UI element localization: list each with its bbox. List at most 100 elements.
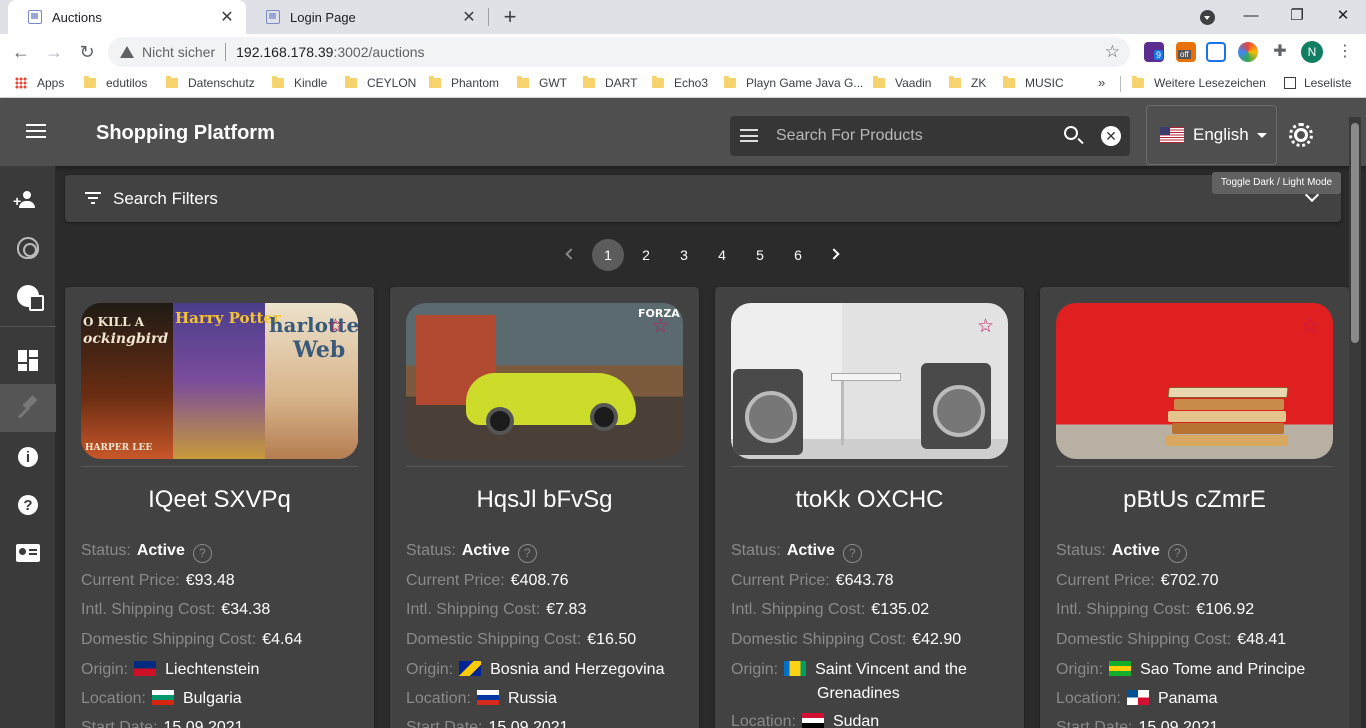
page-5-button[interactable]: 5 — [744, 239, 776, 271]
sidebar-item-dashboard[interactable] — [0, 336, 56, 384]
auction-image[interactable]: O KILL A ockingbird Harry Potter harlott… — [81, 303, 358, 459]
auction-title[interactable]: IQeet SXVPq — [65, 486, 374, 514]
sidebar-divider — [0, 326, 56, 327]
page-3-button[interactable]: 3 — [668, 239, 700, 271]
maximize-button[interactable]: ❐ — [1284, 4, 1310, 28]
location-label: Location: — [731, 713, 796, 728]
profile-avatar[interactable]: N — [1301, 41, 1323, 63]
other-bookmarks[interactable]: Weitere Lesezeichen — [1132, 76, 1266, 90]
sidebar-item-info[interactable]: i — [0, 433, 56, 481]
browser-tab-strip: Auctions ✕ Login Page ✕ + — ❐ ✕ — [0, 0, 1366, 34]
more-menu-icon[interactable]: ⋮ — [1337, 40, 1353, 64]
auction-title[interactable]: HqsJl bFvSg — [390, 486, 699, 514]
help-circle-icon[interactable]: ? — [1167, 544, 1187, 563]
language-selector[interactable]: English — [1146, 105, 1277, 165]
location-label: Location: — [81, 690, 146, 707]
search-icon[interactable] — [1064, 126, 1078, 140]
sidebar-item-contact[interactable] — [0, 529, 56, 577]
more-bookmarks-button[interactable]: » — [1098, 75, 1105, 90]
help-circle-icon[interactable]: ? — [192, 544, 212, 563]
bookmark-folder[interactable]: Vaadin — [873, 76, 931, 90]
intl-shipping-label: Intl. Shipping Cost: — [1056, 601, 1191, 618]
auction-image[interactable]: FORZA ☆ — [406, 303, 683, 459]
price-label: Current Price: — [81, 572, 180, 589]
bookmark-folder[interactable]: Datenschutz — [166, 76, 255, 90]
bookmark-folder[interactable]: Playn Game Java G... — [724, 76, 863, 90]
screen-capture-icon[interactable] — [1206, 42, 1226, 62]
previous-page-icon[interactable] — [565, 248, 577, 260]
bookmark-folder[interactable]: edutilos — [84, 76, 147, 90]
bookmark-folder[interactable]: ZK — [949, 76, 986, 90]
folder-icon — [84, 76, 96, 88]
bookmark-star-icon[interactable]: ☆ — [1105, 42, 1120, 62]
auction-card[interactable]: O KILL A ockingbird Harry Potter harlott… — [65, 287, 374, 728]
theme-toggle-button[interactable] — [1289, 123, 1313, 147]
puzzle-extensions-icon[interactable]: ✚ — [1270, 42, 1290, 62]
sidebar-item-auctions[interactable] — [0, 384, 56, 432]
reading-list[interactable]: Leseliste — [1284, 76, 1351, 90]
browser-tab-auctions[interactable]: Auctions ✕ — [8, 0, 246, 34]
search-input[interactable] — [776, 116, 1056, 156]
menu-icon[interactable] — [26, 124, 46, 138]
minimize-button[interactable]: — — [1238, 4, 1264, 28]
auction-image[interactable]: ☆ — [731, 303, 1008, 459]
favorite-star-icon[interactable]: ☆ — [327, 315, 344, 338]
status-value: Active — [786, 542, 835, 559]
bookmark-folder[interactable]: MUSIC — [1003, 76, 1064, 90]
new-tab-button[interactable]: + — [498, 4, 522, 30]
page-2-button[interactable]: 2 — [630, 239, 662, 271]
contact-card-icon — [16, 544, 40, 562]
address-bar[interactable]: Nicht sicher 192.168.178.39:3002/auction… — [108, 37, 1130, 67]
bulgaria-flag-icon — [151, 690, 174, 705]
auction-title[interactable]: pBtUs cZmrE — [1040, 486, 1349, 514]
app-title[interactable]: Shopping Platform — [96, 122, 275, 145]
close-icon[interactable]: ✕ — [460, 7, 478, 27]
back-arrow-icon[interactable]: ← — [9, 40, 33, 64]
coupon-extension-icon[interactable]: off — [1176, 42, 1196, 62]
close-icon[interactable]: ✕ — [218, 7, 236, 27]
forward-arrow-icon[interactable]: → — [42, 40, 66, 64]
bookmark-folder[interactable]: Phantom — [429, 76, 499, 90]
color-extension-icon[interactable] — [1238, 42, 1258, 62]
auction-card[interactable]: ☆ ttoKk OXCHC Status: Active? Current Pri… — [715, 287, 1024, 728]
next-page-icon[interactable] — [828, 248, 840, 260]
help-circle-icon[interactable]: ? — [517, 544, 537, 563]
intl-shipping-label: Intl. Shipping Cost: — [731, 601, 866, 618]
page-6-button[interactable]: 6 — [782, 239, 814, 271]
bookmark-folder[interactable]: GWT — [517, 76, 567, 90]
favorite-star-icon[interactable]: ☆ — [977, 315, 994, 338]
page-scrollbar-thumb[interactable] — [1351, 123, 1359, 343]
auction-card[interactable]: FORZA ☆ HqsJl bFvSg Status: Active? Curre… — [390, 287, 699, 728]
bookmark-apps[interactable]: Apps — [15, 76, 64, 90]
clear-search-icon[interactable]: ✕ — [1101, 126, 1121, 146]
extension-icon[interactable]: 9 — [1144, 42, 1164, 62]
reload-icon[interactable]: ↻ — [75, 40, 99, 64]
search-menu-icon[interactable] — [740, 129, 758, 142]
sidebar-item-help[interactable]: ? — [0, 481, 56, 529]
warning-icon[interactable] — [120, 46, 134, 58]
help-circle-icon[interactable]: ? — [842, 544, 862, 563]
bookmark-folder[interactable]: CEYLON — [345, 76, 416, 90]
sidebar-item-login[interactable] — [0, 224, 56, 272]
tab-search-icon[interactable] — [1200, 10, 1215, 25]
bookmark-folder[interactable]: Echo3 — [652, 76, 708, 90]
auction-card[interactable]: ☆ pBtUs cZmrE Status: Active? Current Pri… — [1040, 287, 1349, 728]
bookmark-label: Echo3 — [674, 76, 709, 90]
bookmark-folder[interactable]: DART — [583, 76, 637, 90]
sidebar-item-register[interactable]: + — [0, 176, 56, 224]
search-filters-panel[interactable]: Search Filters — [65, 175, 1341, 222]
favorite-star-icon[interactable]: ☆ — [652, 315, 669, 338]
security-status[interactable]: Nicht sicher — [142, 44, 215, 60]
page-1-button[interactable]: 1 — [592, 239, 624, 271]
favorite-star-icon[interactable]: ☆ — [1302, 315, 1319, 338]
page-scrollbar-track[interactable] — [1349, 117, 1361, 728]
bookmark-folder[interactable]: Kindle — [272, 76, 327, 90]
sidebar-item-public[interactable] — [0, 272, 56, 320]
browser-tab-login[interactable]: Login Page ✕ — [246, 0, 488, 34]
page-4-button[interactable]: 4 — [706, 239, 738, 271]
close-window-button[interactable]: ✕ — [1330, 4, 1356, 28]
origin-value: Bosnia and Herzegovina — [490, 661, 665, 678]
auction-title[interactable]: ttoKk OXCHC — [715, 486, 1024, 514]
auction-image[interactable]: ☆ — [1056, 303, 1333, 459]
location-row: Location: Sudan — [731, 710, 1021, 728]
